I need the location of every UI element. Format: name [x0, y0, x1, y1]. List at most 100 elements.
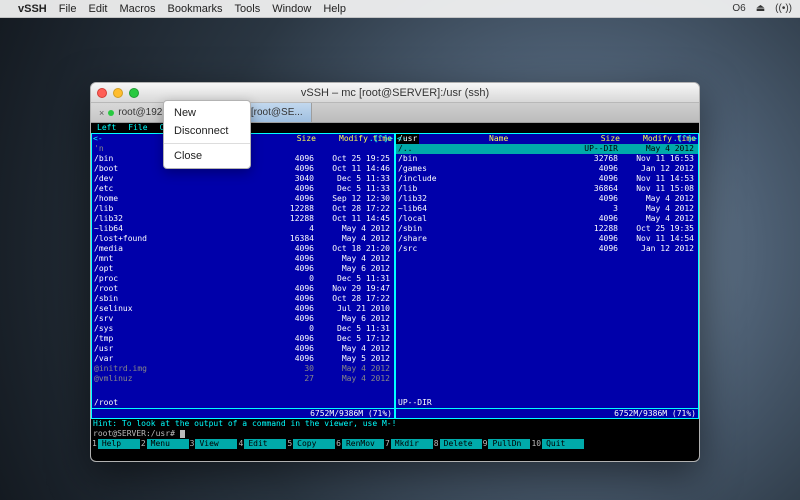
file-row[interactable]: /local4096May 4 2012 [396, 214, 698, 224]
file-name: /lib32 [398, 194, 576, 204]
file-date: May 4 2012 [618, 204, 696, 214]
close-button[interactable] [97, 88, 107, 98]
ctx-close[interactable]: Close [164, 147, 250, 165]
file-row[interactable]: /lib36864Nov 11 15:08 [396, 184, 698, 194]
mc-panels: <- .[^]> Name Size Modify time 'n/bin409… [91, 133, 699, 419]
menu-bookmarks[interactable]: Bookmarks [168, 3, 223, 15]
fkey-label: Delete [440, 439, 482, 449]
file-date: Dec 5 11:31 [314, 324, 392, 334]
file-row[interactable]: /sys0Dec 5 11:31 [92, 324, 394, 334]
ctx-disconnect[interactable]: Disconnect [164, 122, 250, 140]
file-row[interactable]: /opt4096May 6 2012 [92, 264, 394, 274]
file-row[interactable]: /usr4096May 4 2012 [92, 344, 394, 354]
file-row[interactable]: ~lib643May 4 2012 [396, 204, 698, 214]
fkey-label: Help [98, 439, 140, 449]
file-row[interactable]: @vmlinuz27May 4 2012 [92, 374, 394, 384]
menu-edit[interactable]: Edit [88, 3, 107, 15]
col-name: Name [419, 134, 578, 144]
close-icon[interactable]: × [99, 108, 104, 118]
file-size: 4096 [576, 244, 618, 254]
fkey-3[interactable]: 3View [189, 439, 238, 449]
mc-menu-left[interactable]: Left [91, 123, 122, 133]
file-row[interactable]: /media4096Oct 18 21:20 [92, 244, 394, 254]
file-row[interactable]: /var4096May 5 2012 [92, 354, 394, 364]
footer-path: /root [94, 398, 392, 408]
file-row[interactable]: /tmp4096Dec 5 17:12 [92, 334, 394, 344]
file-row[interactable]: /mnt4096May 4 2012 [92, 254, 394, 264]
file-date: Sep 12 12:30 [314, 194, 392, 204]
file-row[interactable]: /lib12288Oct 28 17:22 [92, 204, 394, 214]
fkey-label: RenMov [342, 439, 384, 449]
file-row[interactable]: /share4096Nov 11 14:54 [396, 234, 698, 244]
menu-macros[interactable]: Macros [119, 3, 155, 15]
file-row[interactable]: /proc0Dec 5 11:31 [92, 274, 394, 284]
fkey-5[interactable]: 5Copy [286, 439, 335, 449]
file-date: May 5 2012 [314, 354, 392, 364]
zoom-button[interactable] [129, 88, 139, 98]
file-size: 4096 [272, 154, 314, 164]
file-name: ~lib64 [94, 224, 272, 234]
file-date: Nov 11 15:08 [618, 184, 696, 194]
mc-menu-file[interactable]: File [122, 123, 153, 133]
panel-header: /usr Name Size Modify time [396, 134, 698, 144]
fkey-10[interactable]: 10Quit [530, 439, 584, 449]
file-row[interactable]: /sbin12288Oct 25 19:35 [396, 224, 698, 234]
file-row[interactable]: /srv4096May 6 2012 [92, 314, 394, 324]
file-row[interactable]: /games4096Jan 12 2012 [396, 164, 698, 174]
file-size: 4096 [576, 214, 618, 224]
fkey-2[interactable]: 2Menu [140, 439, 189, 449]
file-row[interactable]: /sbin4096Oct 28 17:22 [92, 294, 394, 304]
file-row[interactable]: /home4096Sep 12 12:30 [92, 194, 394, 204]
file-date: Nov 11 16:53 [618, 154, 696, 164]
status-icon-3[interactable]: ((•)) [775, 3, 792, 14]
fkey-1[interactable]: 1Help [91, 439, 140, 449]
file-row[interactable]: /root4096Nov 29 19:47 [92, 284, 394, 294]
file-row[interactable]: /src4096Jan 12 2012 [396, 244, 698, 254]
shell-prompt[interactable]: root@SERVER:/usr# [91, 429, 699, 439]
menu-help[interactable]: Help [323, 3, 346, 15]
file-date: Oct 25 19:25 [314, 154, 392, 164]
file-name: /etc [94, 184, 272, 194]
file-row[interactable]: /bin32768Nov 11 16:53 [396, 154, 698, 164]
mc-panel-left[interactable]: <- .[^]> Name Size Modify time 'n/bin409… [91, 133, 395, 419]
mc-fkeys: 1Help2Menu3View4Edit5Copy6RenMov7Mkdir8D… [91, 439, 699, 449]
fkey-8[interactable]: 8Delete [433, 439, 482, 449]
terminal[interactable]: Left File Command O <- .[^]> Name Size M… [91, 123, 699, 461]
file-size: 4096 [576, 234, 618, 244]
corner-left-icon: <- [93, 134, 103, 144]
file-row[interactable]: /selinux4096Jul 21 2010 [92, 304, 394, 314]
file-row[interactable]: /dev3040Dec 5 11:33 [92, 174, 394, 184]
file-name: /games [398, 164, 576, 174]
file-row[interactable]: @initrd.img30May 4 2012 [92, 364, 394, 374]
menu-file[interactable]: File [59, 3, 77, 15]
minimize-button[interactable] [113, 88, 123, 98]
file-row[interactable]: /lost+found16384May 4 2012 [92, 234, 394, 244]
fkey-7[interactable]: 7Mkdir [384, 439, 433, 449]
mc-panel-right[interactable]: <- .[^]> /usr Name Size Modify time /..U… [395, 133, 699, 419]
file-date: May 4 2012 [314, 254, 392, 264]
menu-tools[interactable]: Tools [235, 3, 261, 15]
app-name[interactable]: vSSH [18, 3, 47, 15]
fkey-9[interactable]: 9PullDn [482, 439, 531, 449]
file-name: /.. [398, 144, 576, 154]
ctx-new[interactable]: New [164, 104, 250, 122]
file-size: 4 [272, 224, 314, 234]
file-row[interactable]: ~lib644May 4 2012 [92, 224, 394, 234]
status-icon-2[interactable]: ⏏ [756, 3, 765, 14]
file-row[interactable]: /include4096Nov 11 14:53 [396, 174, 698, 184]
file-row[interactable]: /lib3212288Oct 11 14:45 [92, 214, 394, 224]
fkey-num: 9 [482, 439, 489, 449]
file-size: 4096 [272, 284, 314, 294]
fkey-6[interactable]: 6RenMov [335, 439, 384, 449]
status-icon-1[interactable]: O6 [732, 3, 745, 14]
fkey-4[interactable]: 4Edit [237, 439, 286, 449]
file-row[interactable]: /etc4096Dec 5 11:33 [92, 184, 394, 194]
file-row[interactable]: /..UP--DIRMay 4 2012 [396, 144, 698, 154]
menubar-right: O6 ⏏ ((•)) [732, 3, 792, 14]
menu-window[interactable]: Window [272, 3, 311, 15]
file-size: 4096 [272, 264, 314, 274]
file-row[interactable]: /lib324096May 4 2012 [396, 194, 698, 204]
file-name: @initrd.img [94, 364, 272, 374]
file-size: 4096 [272, 164, 314, 174]
file-name: /local [398, 214, 576, 224]
